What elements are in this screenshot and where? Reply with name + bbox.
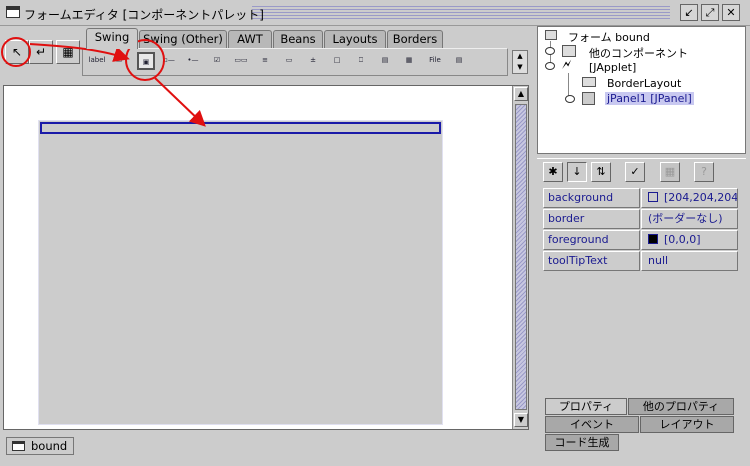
annotation-circle-selection (1, 37, 31, 67)
tab-swing[interactable]: Swing (86, 28, 138, 49)
tutorial-annotation-overlay (1, 37, 206, 127)
annotation-arrow-to-canvas (154, 77, 206, 127)
